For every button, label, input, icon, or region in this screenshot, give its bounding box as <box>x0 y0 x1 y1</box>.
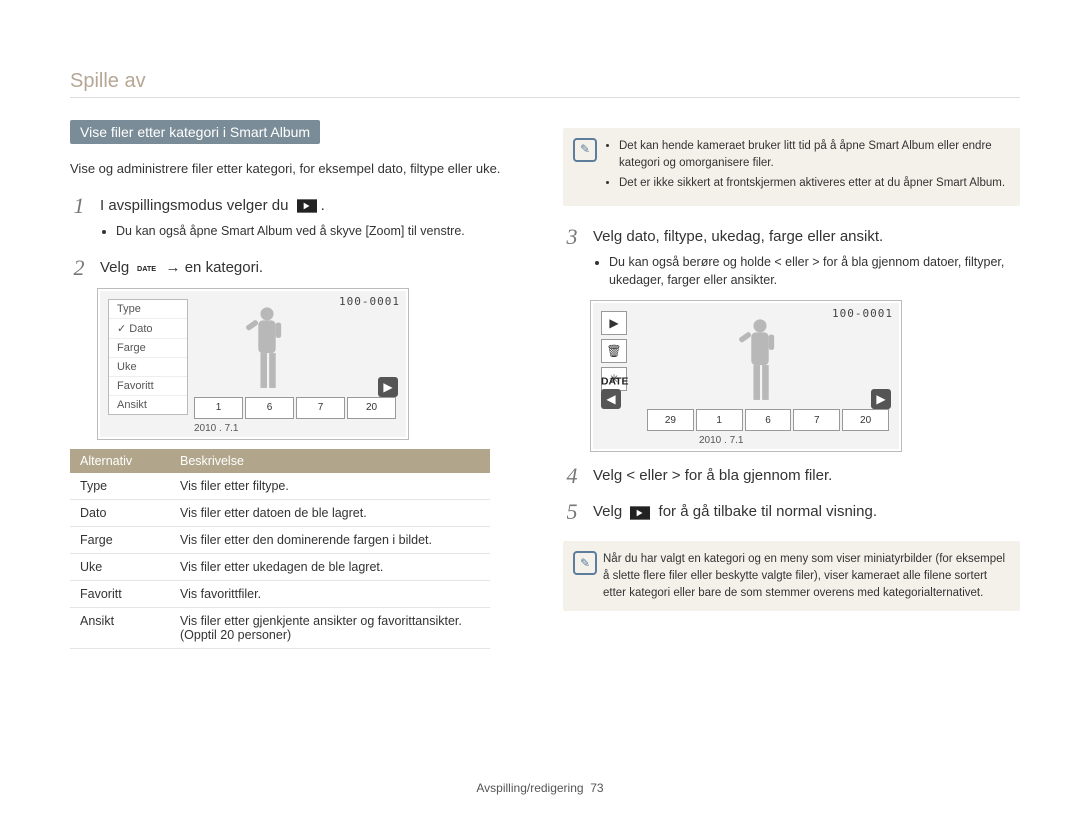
figure-silhouette <box>232 303 302 401</box>
note-text: Det kan hende kameraet bruker litt tid p… <box>619 138 1008 171</box>
camera-screenshot-browse: ▶ 🗑 ✳ DATE 100-0001 ◀ ▶ 29 1 6 7 20 <box>591 301 901 451</box>
play-in-icon <box>295 195 319 216</box>
step-text-post: → en kategori. <box>166 259 264 276</box>
section-heading: Vise ﬁler etter kategori i Smart Album <box>70 120 320 144</box>
camera-screenshot-categories: Type Dato Farge Uke Favoritt Ansikt 100-… <box>98 289 408 439</box>
dropdown-item[interactable]: Uke <box>109 358 187 377</box>
image-counter: 100-0001 <box>832 307 893 320</box>
date-label: 2010 . 7.1 <box>699 435 743 446</box>
category-dropdown[interactable]: Type Dato Farge Uke Favoritt Ansikt <box>108 299 188 415</box>
step-5: 5 Velg for å gå tilbake til normal visni… <box>563 501 1020 523</box>
dropdown-item[interactable]: Ansikt <box>109 396 187 414</box>
note-text: Det er ikke sikkert at frontskjermen akt… <box>619 175 1008 192</box>
table-header: Alternativ <box>70 449 170 473</box>
column-right: ✎ Det kan hende kameraet bruker litt tid… <box>563 120 1020 649</box>
page-title: Spille av <box>70 70 1020 98</box>
filmstrip-cell[interactable]: 1 <box>696 409 743 431</box>
play-button-icon[interactable]: ▶ <box>601 311 627 335</box>
table-row: FavorittVis favorittﬁler. <box>70 580 490 607</box>
step-text: Velg <box>593 503 626 520</box>
next-arrow-icon[interactable]: ▶ <box>378 377 398 397</box>
intro-text: Vise og administrere ﬁler etter kategori… <box>70 160 527 179</box>
filmstrip-cell[interactable]: 1 <box>194 397 243 419</box>
trash-icon[interactable]: 🗑 <box>601 339 627 363</box>
step-3: 3 Velg dato, ﬁltype, ukedag, farge eller… <box>563 226 1020 291</box>
filmstrip-cell[interactable]: 20 <box>347 397 396 419</box>
figure-silhouette <box>725 315 795 413</box>
step-text: Velg dato, ﬁltype, ukedag, farge eller a… <box>593 228 883 245</box>
filmstrip: 1 6 7 20 <box>194 397 396 419</box>
filmstrip-cell[interactable]: 29 <box>647 409 694 431</box>
step-text-post: for å gå tilbake til normal visning. <box>659 503 877 520</box>
note-icon: ✎ <box>573 551 597 575</box>
dropdown-item[interactable]: Farge <box>109 339 187 358</box>
date-label: 2010 . 7.1 <box>194 423 238 434</box>
dropdown-item[interactable]: Type <box>109 300 187 319</box>
prev-arrow-icon[interactable]: ◀ <box>601 389 621 409</box>
step-1: 1 I avspillingsmodus velger du . Du kan … <box>70 195 527 243</box>
table-row: TypeVis ﬁler etter ﬁltype. <box>70 473 490 500</box>
table-header: Beskrivelse <box>170 449 490 473</box>
step-number: 2 <box>70 257 88 279</box>
step-bullet: Du kan også berøre og holde < eller > fo… <box>609 253 1020 289</box>
dropdown-item[interactable]: Dato <box>109 319 187 339</box>
filmstrip: 29 1 6 7 20 <box>647 409 889 431</box>
play-in-icon <box>628 502 652 523</box>
filmstrip-cell[interactable]: 6 <box>745 409 792 431</box>
table-row: UkeVis ﬁler etter ukedagen de ble lagret… <box>70 553 490 580</box>
filmstrip-cell[interactable]: 6 <box>245 397 294 419</box>
step-number: 1 <box>70 195 88 217</box>
filmstrip-cell[interactable]: 7 <box>296 397 345 419</box>
step-text: I avspillingsmodus velger du <box>100 197 293 214</box>
step-number: 5 <box>563 501 581 523</box>
table-row: FargeVis ﬁler etter den dominerende farg… <box>70 526 490 553</box>
note-box-top: ✎ Det kan hende kameraet bruker litt tid… <box>563 128 1020 206</box>
step-number: 3 <box>563 226 581 248</box>
step-2: 2 Velg DATE → en kategori. <box>70 257 527 279</box>
step-text-post: . <box>321 197 325 214</box>
next-arrow-icon[interactable]: ▶ <box>871 389 891 409</box>
note-box-bottom: ✎ Når du har valgt en kategori og en men… <box>563 541 1020 611</box>
filmstrip-cell[interactable]: 20 <box>842 409 889 431</box>
options-table: Alternativ Beskrivelse TypeVis ﬁler ette… <box>70 449 490 649</box>
note-text: Når du har valgt en kategori og en meny … <box>603 553 1005 598</box>
step-text: Velg < eller > for å bla gjennom ﬁler. <box>593 467 832 484</box>
note-icon: ✎ <box>573 138 597 162</box>
footer-section: Avspilling/redigering <box>476 781 583 795</box>
dropdown-item[interactable]: Favoritt <box>109 377 187 396</box>
table-row: DatoVis ﬁler etter datoen de ble lagret. <box>70 499 490 526</box>
step-number: 4 <box>563 465 581 487</box>
step-bullet: Du kan også åpne Smart Album ved å skyve… <box>116 222 527 240</box>
page-number: 73 <box>590 781 603 795</box>
step-4: 4 Velg < eller > for å bla gjennom ﬁler. <box>563 465 1020 487</box>
table-row: AnsiktVis ﬁler etter gjenkjente ansikter… <box>70 607 490 648</box>
image-counter: 100-0001 <box>339 295 400 308</box>
svg-text:DATE: DATE <box>601 377 629 387</box>
filmstrip-cell[interactable]: 7 <box>793 409 840 431</box>
page-footer: Avspilling/redigering 73 <box>0 781 1080 795</box>
column-left: Vise ﬁler etter kategori i Smart Album V… <box>70 120 527 649</box>
date-icon[interactable]: DATE <box>601 373 635 387</box>
step-text: Velg <box>100 259 133 276</box>
date-icon: DATE <box>135 257 159 278</box>
svg-text:DATE: DATE <box>137 264 156 273</box>
